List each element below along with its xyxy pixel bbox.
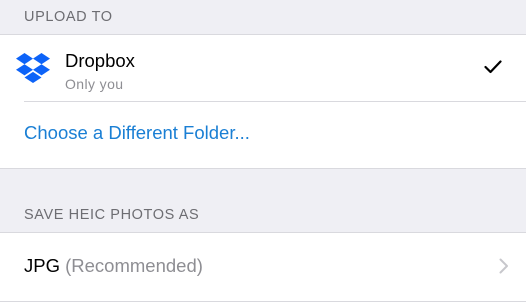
choose-folder-link[interactable]: Choose a Different Folder... <box>24 122 250 144</box>
heic-format-row[interactable]: JPG (Recommended) <box>0 233 526 299</box>
dropbox-logo <box>16 53 50 83</box>
destination-subtitle: Only you <box>65 76 124 92</box>
upload-destination-group: Dropbox Only you Choose a Different Fold… <box>0 34 526 169</box>
chevron-right-icon <box>499 258 508 274</box>
format-note: (Recommended) <box>65 255 203 276</box>
format-label: JPG (Recommended) <box>24 255 203 277</box>
format-value: JPG <box>24 255 60 276</box>
choose-folder-row[interactable]: Choose a Different Folder... <box>0 101 526 168</box>
upload-to-header: UPLOAD TO <box>24 9 113 25</box>
heic-format-group: JPG (Recommended) <box>0 232 526 302</box>
destination-title: Dropbox <box>65 50 135 71</box>
dropbox-destination-row[interactable]: Dropbox Only you <box>0 35 526 101</box>
save-heic-header: SAVE HEIC PHOTOS AS <box>24 207 200 223</box>
checkmark-icon <box>484 60 502 74</box>
